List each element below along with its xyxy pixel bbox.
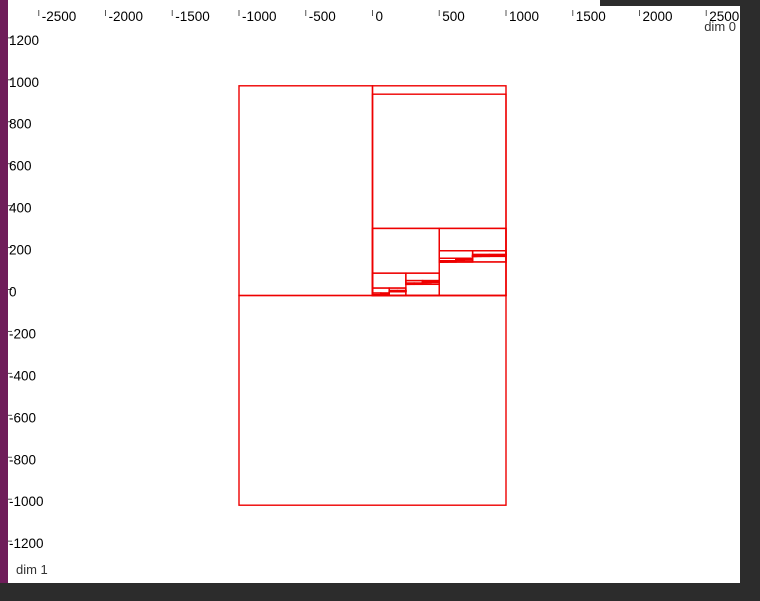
y-tick-label: 400 — [9, 201, 32, 216]
x-tick-label: -1500 — [175, 9, 210, 24]
x-tick-label: 500 — [442, 9, 465, 24]
x-tick-label: 2000 — [643, 9, 673, 24]
y-tick-label: -1200 — [9, 536, 44, 551]
chart-canvas[interactable]: -2500 -2000 -1500 -1000 -500 0 500 1000 1500 2000… — [0, 0, 740, 583]
x-axis-label: dim 0 — [704, 19, 736, 34]
y-axis-label: dim 1 — [16, 562, 48, 577]
y-tick-label: -1000 — [9, 494, 44, 509]
y-tick-label: 0 — [9, 285, 17, 300]
x-tick-label: -2000 — [109, 9, 144, 24]
y-tick-label: -200 — [9, 326, 36, 341]
x-tick-label: -1000 — [242, 9, 277, 24]
plot-window: -2500 -2000 -1500 -1000 -500 0 500 1000 1500 2000… — [0, 0, 740, 583]
x-tick-label: 1500 — [576, 9, 606, 24]
y-tick-label: 1200 — [9, 33, 39, 48]
region-rect — [238, 85, 374, 297]
x-tick-label: 1000 — [509, 9, 539, 24]
y-tick-label: 600 — [9, 159, 32, 174]
y-tick-label: -400 — [9, 368, 36, 383]
x-tick-label: -2500 — [42, 9, 77, 24]
x-tick-label: -500 — [309, 9, 336, 24]
title-bar-corner — [600, 0, 760, 6]
y-tick-label: 1000 — [9, 75, 39, 90]
y-tick-label: 800 — [9, 117, 32, 132]
y-tick-label: -600 — [9, 410, 36, 425]
x-tick-label: 0 — [376, 9, 384, 24]
region-rect — [238, 294, 507, 506]
y-tick-label: 200 — [9, 243, 32, 258]
y-tick-label: -800 — [9, 452, 36, 467]
